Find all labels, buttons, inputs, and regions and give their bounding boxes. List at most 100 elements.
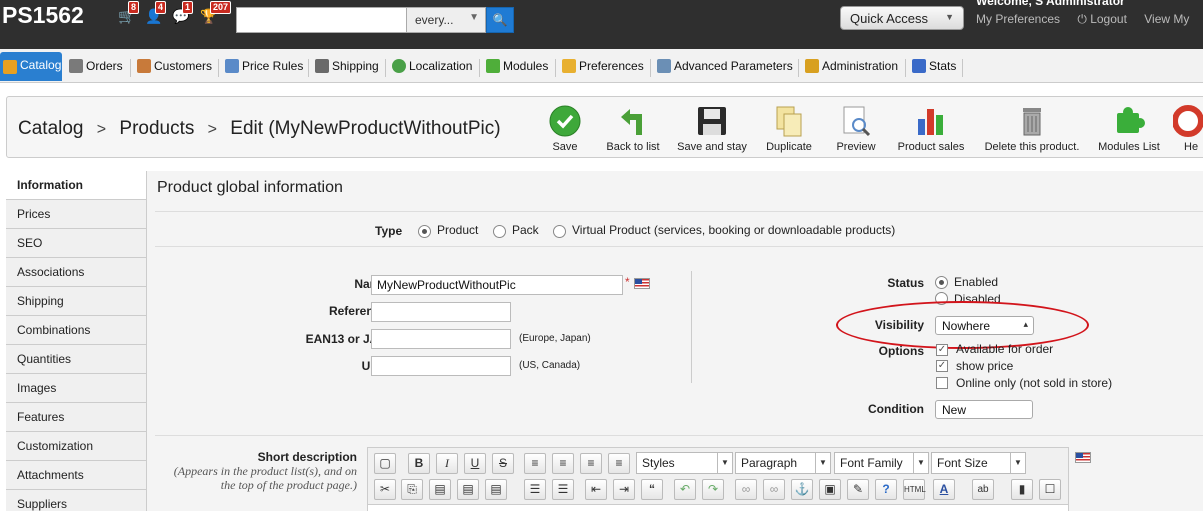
product-sales-button[interactable]: Product sales bbox=[891, 105, 971, 153]
logout-link[interactable]: ⏻ Logout bbox=[1077, 12, 1127, 26]
cut-icon[interactable]: ✂ bbox=[374, 479, 396, 500]
type-pack-label[interactable]: Pack bbox=[512, 223, 539, 237]
menu-item-price-rules[interactable]: Price Rules bbox=[222, 56, 303, 78]
type-product-radio[interactable] bbox=[418, 225, 431, 238]
reference-input[interactable] bbox=[371, 302, 511, 322]
html-icon[interactable]: HTML bbox=[903, 479, 926, 500]
menu-item-stats[interactable]: Stats bbox=[909, 56, 956, 78]
online-only-label[interactable]: Online only (not sold in store) bbox=[956, 376, 1112, 390]
tab-prices[interactable]: Prices bbox=[6, 200, 146, 229]
tab-quantities[interactable]: Quantities bbox=[6, 345, 146, 374]
tab-customization[interactable]: Customization bbox=[6, 432, 146, 461]
status-enabled-label[interactable]: Enabled bbox=[954, 275, 998, 289]
type-virtual-label[interactable]: Virtual Product (services, booking or do… bbox=[572, 223, 895, 237]
image-icon[interactable]: ▣ bbox=[819, 479, 841, 500]
messages-notification-icon[interactable]: 💬 1 bbox=[170, 1, 194, 30]
tab-suppliers[interactable]: Suppliers bbox=[6, 490, 146, 511]
breadcrumb-products[interactable]: Products bbox=[119, 118, 194, 139]
tab-images[interactable]: Images bbox=[6, 374, 146, 403]
condition-select[interactable]: New bbox=[935, 400, 1033, 419]
shop-name[interactable]: PS1562 bbox=[2, 2, 84, 29]
type-virtual-radio[interactable] bbox=[553, 225, 566, 238]
indent-icon[interactable]: ⇥ bbox=[613, 479, 635, 500]
tab-seo[interactable]: SEO bbox=[6, 229, 146, 258]
us-flag-icon[interactable] bbox=[1075, 452, 1091, 463]
cleanup-icon[interactable]: ✎ bbox=[847, 479, 869, 500]
view-my-shop-link[interactable]: View My bbox=[1144, 12, 1189, 26]
underline-button[interactable]: U bbox=[464, 453, 486, 474]
tab-attachments[interactable]: Attachments bbox=[6, 461, 146, 490]
font-size-select[interactable]: Font Size ▼ bbox=[931, 452, 1026, 474]
preview-button[interactable]: Preview bbox=[816, 105, 896, 153]
available-for-order-checkbox[interactable]: ✓ bbox=[936, 344, 948, 356]
font-family-select[interactable]: Font Family ▼ bbox=[834, 452, 929, 474]
align-left-icon[interactable]: ≡ bbox=[524, 453, 546, 474]
trophy-notification-icon[interactable]: 🏆 207 bbox=[198, 1, 232, 30]
customers-notification-icon[interactable]: 👤 4 bbox=[143, 1, 167, 30]
tab-features[interactable]: Features bbox=[6, 403, 146, 432]
save-and-stay-button[interactable]: Save and stay bbox=[672, 105, 752, 153]
paste-icon[interactable]: ▤ bbox=[429, 479, 451, 500]
menu-item-catalog[interactable]: Catalog bbox=[0, 52, 62, 81]
menu-item-preferences[interactable]: Preferences bbox=[559, 56, 644, 78]
modules-list-button[interactable]: Modules List bbox=[1089, 105, 1169, 153]
highlight-color-icon[interactable]: ab bbox=[972, 479, 994, 500]
menu-item-administration[interactable]: Administration bbox=[802, 56, 898, 78]
tab-combinations[interactable]: Combinations bbox=[6, 316, 146, 345]
menu-item-advanced-parameters[interactable]: Advanced Parameters bbox=[654, 56, 793, 78]
styles-select[interactable]: Styles ▼ bbox=[636, 452, 733, 474]
menu-item-localization[interactable]: Localization bbox=[389, 56, 472, 78]
online-only-checkbox[interactable] bbox=[936, 377, 948, 389]
copy-icon[interactable]: ⎘ bbox=[401, 479, 423, 500]
upc-input[interactable] bbox=[371, 356, 511, 376]
show-price-checkbox[interactable]: ✓ bbox=[936, 360, 948, 372]
my-preferences-link[interactable]: My Preferences bbox=[976, 12, 1060, 26]
ean-input[interactable] bbox=[371, 329, 511, 349]
editor-content[interactable] bbox=[368, 504, 1068, 511]
unlink-icon[interactable]: ∞ bbox=[763, 479, 785, 500]
numbered-list-icon[interactable]: ☰ bbox=[552, 479, 574, 500]
tab-associations[interactable]: Associations bbox=[6, 258, 146, 287]
status-enabled-radio[interactable] bbox=[935, 276, 948, 289]
help-button[interactable]: He bbox=[1167, 105, 1203, 153]
delete-product-button[interactable]: Delete this product. bbox=[983, 105, 1081, 153]
bold-button[interactable]: B bbox=[408, 453, 430, 474]
quick-access-button[interactable]: Quick Access ▼ bbox=[840, 6, 964, 30]
type-pack-radio[interactable] bbox=[493, 225, 506, 238]
undo-icon[interactable]: ↶ bbox=[674, 479, 696, 500]
align-right-icon[interactable]: ≡ bbox=[580, 453, 602, 474]
name-input[interactable] bbox=[371, 275, 623, 295]
available-for-order-label[interactable]: Available for order bbox=[956, 342, 1053, 356]
new-document-icon[interactable]: ▢ bbox=[374, 453, 396, 474]
search-scope-select[interactable]: every... ▼ bbox=[406, 7, 486, 33]
redo-icon[interactable]: ↷ bbox=[702, 479, 724, 500]
help-icon[interactable]: ? bbox=[875, 479, 897, 500]
strikethrough-button[interactable]: S bbox=[492, 453, 514, 474]
fullscreen-icon[interactable]: ☐ bbox=[1039, 479, 1061, 500]
outdent-icon[interactable]: ⇤ bbox=[585, 479, 607, 500]
italic-button[interactable]: I bbox=[436, 453, 458, 474]
tab-shipping[interactable]: Shipping bbox=[6, 287, 146, 316]
link-icon[interactable]: ∞ bbox=[735, 479, 757, 500]
paste-word-icon[interactable]: ▤ bbox=[485, 479, 507, 500]
menu-item-customers[interactable]: Customers bbox=[134, 56, 212, 78]
search-button[interactable]: 🔍 bbox=[486, 7, 514, 33]
back-to-list-button[interactable]: Back to list bbox=[593, 105, 673, 153]
menu-item-shipping[interactable]: Shipping bbox=[312, 56, 379, 78]
tab-information[interactable]: Information bbox=[6, 171, 146, 200]
us-flag-icon[interactable] bbox=[634, 278, 650, 289]
paragraph-select[interactable]: Paragraph ▼ bbox=[735, 452, 831, 474]
menu-item-orders[interactable]: Orders bbox=[66, 56, 123, 78]
paste-text-icon[interactable]: ▤ bbox=[457, 479, 479, 500]
align-center-icon[interactable]: ≡ bbox=[552, 453, 574, 474]
orders-notification-icon[interactable]: 🛒 8 bbox=[116, 1, 140, 30]
anchor-icon[interactable]: ⚓ bbox=[791, 479, 813, 500]
type-product-label[interactable]: Product bbox=[437, 223, 478, 237]
show-price-label[interactable]: show price bbox=[956, 359, 1013, 373]
blockquote-icon[interactable]: “ bbox=[641, 479, 663, 500]
menu-item-modules[interactable]: Modules bbox=[483, 56, 548, 78]
breadcrumb-catalog[interactable]: Catalog bbox=[18, 118, 84, 139]
media-icon[interactable]: ▮ bbox=[1011, 479, 1033, 500]
bullet-list-icon[interactable]: ☰ bbox=[524, 479, 546, 500]
text-color-icon[interactable]: A bbox=[933, 479, 955, 500]
